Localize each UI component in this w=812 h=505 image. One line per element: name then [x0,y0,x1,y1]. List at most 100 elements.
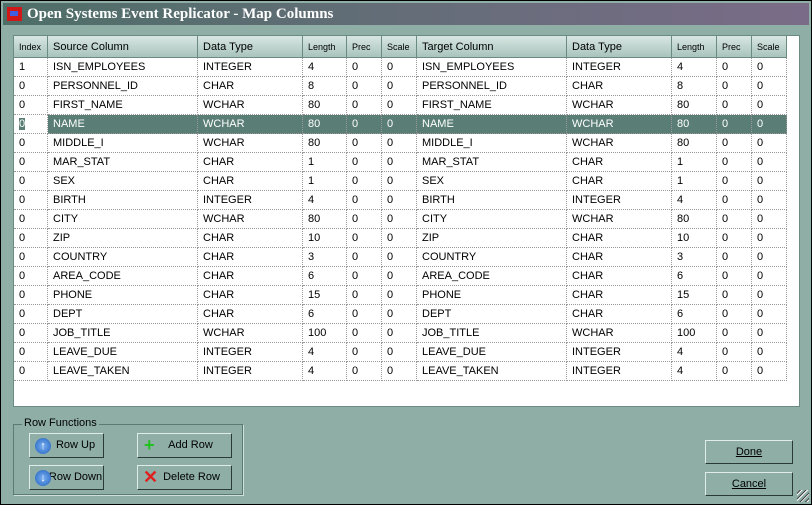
cell-target-column[interactable]: ZIP [417,229,567,248]
cell-target-length[interactable]: 3 [672,248,717,267]
cell-target-prec[interactable]: 0 [717,305,752,324]
cell-target-scale[interactable]: 0 [752,191,787,210]
cell-source-prec[interactable]: 0 [347,96,382,115]
table-row[interactable]: 0 LEAVE_TAKEN INTEGER 4 0 0 LEAVE_TAKEN INTEGER… [14,362,787,381]
done-button[interactable]: Done [705,440,793,464]
table-row[interactable]: 0 COUNTRY CHAR 3 0 0 COUNTRY CHAR 3 0 0 [14,248,787,267]
cell-source-length[interactable]: 100 [303,324,347,343]
table-row[interactable]: 0 AREA_CODE CHAR 6 0 0 AREA_CODE CHAR 6 0 0 [14,267,787,286]
header-source-data-type[interactable]: Data Type [198,36,303,58]
cell-source-scale[interactable]: 0 [382,77,417,96]
cell-target-prec[interactable]: 0 [717,286,752,305]
cell-source-data-type[interactable]: CHAR [198,229,303,248]
cell-target-prec[interactable]: 0 [717,115,752,134]
cell-source-scale[interactable]: 0 [382,58,417,77]
cell-target-length[interactable]: 80 [672,115,717,134]
header-source-length[interactable]: Length [303,36,347,58]
cell-source-column[interactable]: JOB_TITLE [48,324,198,343]
cell-source-data-type[interactable]: CHAR [198,267,303,286]
cell-source-length[interactable]: 4 [303,58,347,77]
cell-target-data-type[interactable]: CHAR [567,248,672,267]
cell-source-prec[interactable]: 0 [347,191,382,210]
cell-source-column[interactable]: MIDDLE_I [48,134,198,153]
cell-source-prec[interactable]: 0 [347,172,382,191]
table-row[interactable]: 0 MIDDLE_I WCHAR 80 0 0 MIDDLE_I WCHAR 80 0 0 [14,134,787,153]
cell-index[interactable]: 0 [14,229,48,248]
cell-source-scale[interactable]: 0 [382,305,417,324]
cell-source-scale[interactable]: 0 [382,324,417,343]
cell-source-length[interactable]: 1 [303,153,347,172]
header-source-scale[interactable]: Scale [382,36,417,58]
cell-target-data-type[interactable]: INTEGER [567,191,672,210]
cell-source-data-type[interactable]: WCHAR [198,96,303,115]
cell-target-length[interactable]: 80 [672,210,717,229]
cell-target-length[interactable]: 1 [672,153,717,172]
cell-target-scale[interactable]: 0 [752,305,787,324]
cell-source-length[interactable]: 1 [303,172,347,191]
cell-target-data-type[interactable]: WCHAR [567,324,672,343]
cell-source-column[interactable]: LEAVE_DUE [48,343,198,362]
cell-source-prec[interactable]: 0 [347,286,382,305]
cell-target-data-type[interactable]: CHAR [567,172,672,191]
cell-target-prec[interactable]: 0 [717,58,752,77]
cell-target-scale[interactable]: 0 [752,96,787,115]
header-target-prec[interactable]: Prec [717,36,752,58]
cell-target-length[interactable]: 4 [672,191,717,210]
cell-source-scale[interactable]: 0 [382,115,417,134]
cell-target-data-type[interactable]: WCHAR [567,134,672,153]
cell-source-length[interactable]: 6 [303,267,347,286]
cell-source-prec[interactable]: 0 [347,58,382,77]
cell-source-data-type[interactable]: CHAR [198,77,303,96]
cell-target-column[interactable]: DEPT [417,305,567,324]
cell-source-column[interactable]: PERSONNEL_ID [48,77,198,96]
cell-source-data-type[interactable]: CHAR [198,153,303,172]
cell-source-column[interactable]: PHONE [48,286,198,305]
cell-target-length[interactable]: 4 [672,343,717,362]
cell-target-column[interactable]: FIRST_NAME [417,96,567,115]
cell-source-scale[interactable]: 0 [382,191,417,210]
cell-source-prec[interactable]: 0 [347,267,382,286]
cell-source-length[interactable]: 4 [303,191,347,210]
cell-source-data-type[interactable]: CHAR [198,305,303,324]
cell-target-data-type[interactable]: CHAR [567,153,672,172]
cell-target-column[interactable]: COUNTRY [417,248,567,267]
cell-source-data-type[interactable]: WCHAR [198,134,303,153]
cell-target-column[interactable]: MIDDLE_I [417,134,567,153]
cell-target-scale[interactable]: 0 [752,286,787,305]
cell-target-data-type[interactable]: INTEGER [567,58,672,77]
cell-target-scale[interactable]: 0 [752,229,787,248]
cell-target-column[interactable]: AREA_CODE [417,267,567,286]
cell-target-column[interactable]: PERSONNEL_ID [417,77,567,96]
cell-source-data-type[interactable]: INTEGER [198,58,303,77]
cell-source-column[interactable]: ISN_EMPLOYEES [48,58,198,77]
row-up-button[interactable]: ↑ Row Up [29,433,104,458]
cell-target-prec[interactable]: 0 [717,96,752,115]
cell-index[interactable]: 0 [14,248,48,267]
cell-target-column[interactable]: BIRTH [417,191,567,210]
cell-target-length[interactable]: 8 [672,77,717,96]
cell-source-data-type[interactable]: INTEGER [198,362,303,381]
cell-target-scale[interactable]: 0 [752,248,787,267]
cell-source-prec[interactable]: 0 [347,134,382,153]
cell-target-length[interactable]: 4 [672,58,717,77]
cell-source-length[interactable]: 80 [303,134,347,153]
cell-target-scale[interactable]: 0 [752,324,787,343]
cell-source-length[interactable]: 15 [303,286,347,305]
cell-index[interactable]: 0 [14,134,48,153]
header-target-length[interactable]: Length [672,36,717,58]
header-index[interactable]: Index [14,36,48,58]
cell-target-column[interactable]: PHONE [417,286,567,305]
cell-source-column[interactable]: MAR_STAT [48,153,198,172]
cell-target-prec[interactable]: 0 [717,77,752,96]
cell-source-prec[interactable]: 0 [347,343,382,362]
cell-target-scale[interactable]: 0 [752,362,787,381]
cell-target-data-type[interactable]: CHAR [567,267,672,286]
column-mapping-grid[interactable]: Index Source Column Data Type Length Prec Sca… [13,35,800,407]
cell-target-scale[interactable]: 0 [752,58,787,77]
delete-row-button[interactable]: ✕ Delete Row [137,465,232,490]
cell-index[interactable]: 0 [14,324,48,343]
cell-index[interactable]: 0 [14,305,48,324]
cell-source-length[interactable]: 80 [303,115,347,134]
cell-target-column[interactable]: LEAVE_DUE [417,343,567,362]
cell-source-column[interactable]: LEAVE_TAKEN [48,362,198,381]
